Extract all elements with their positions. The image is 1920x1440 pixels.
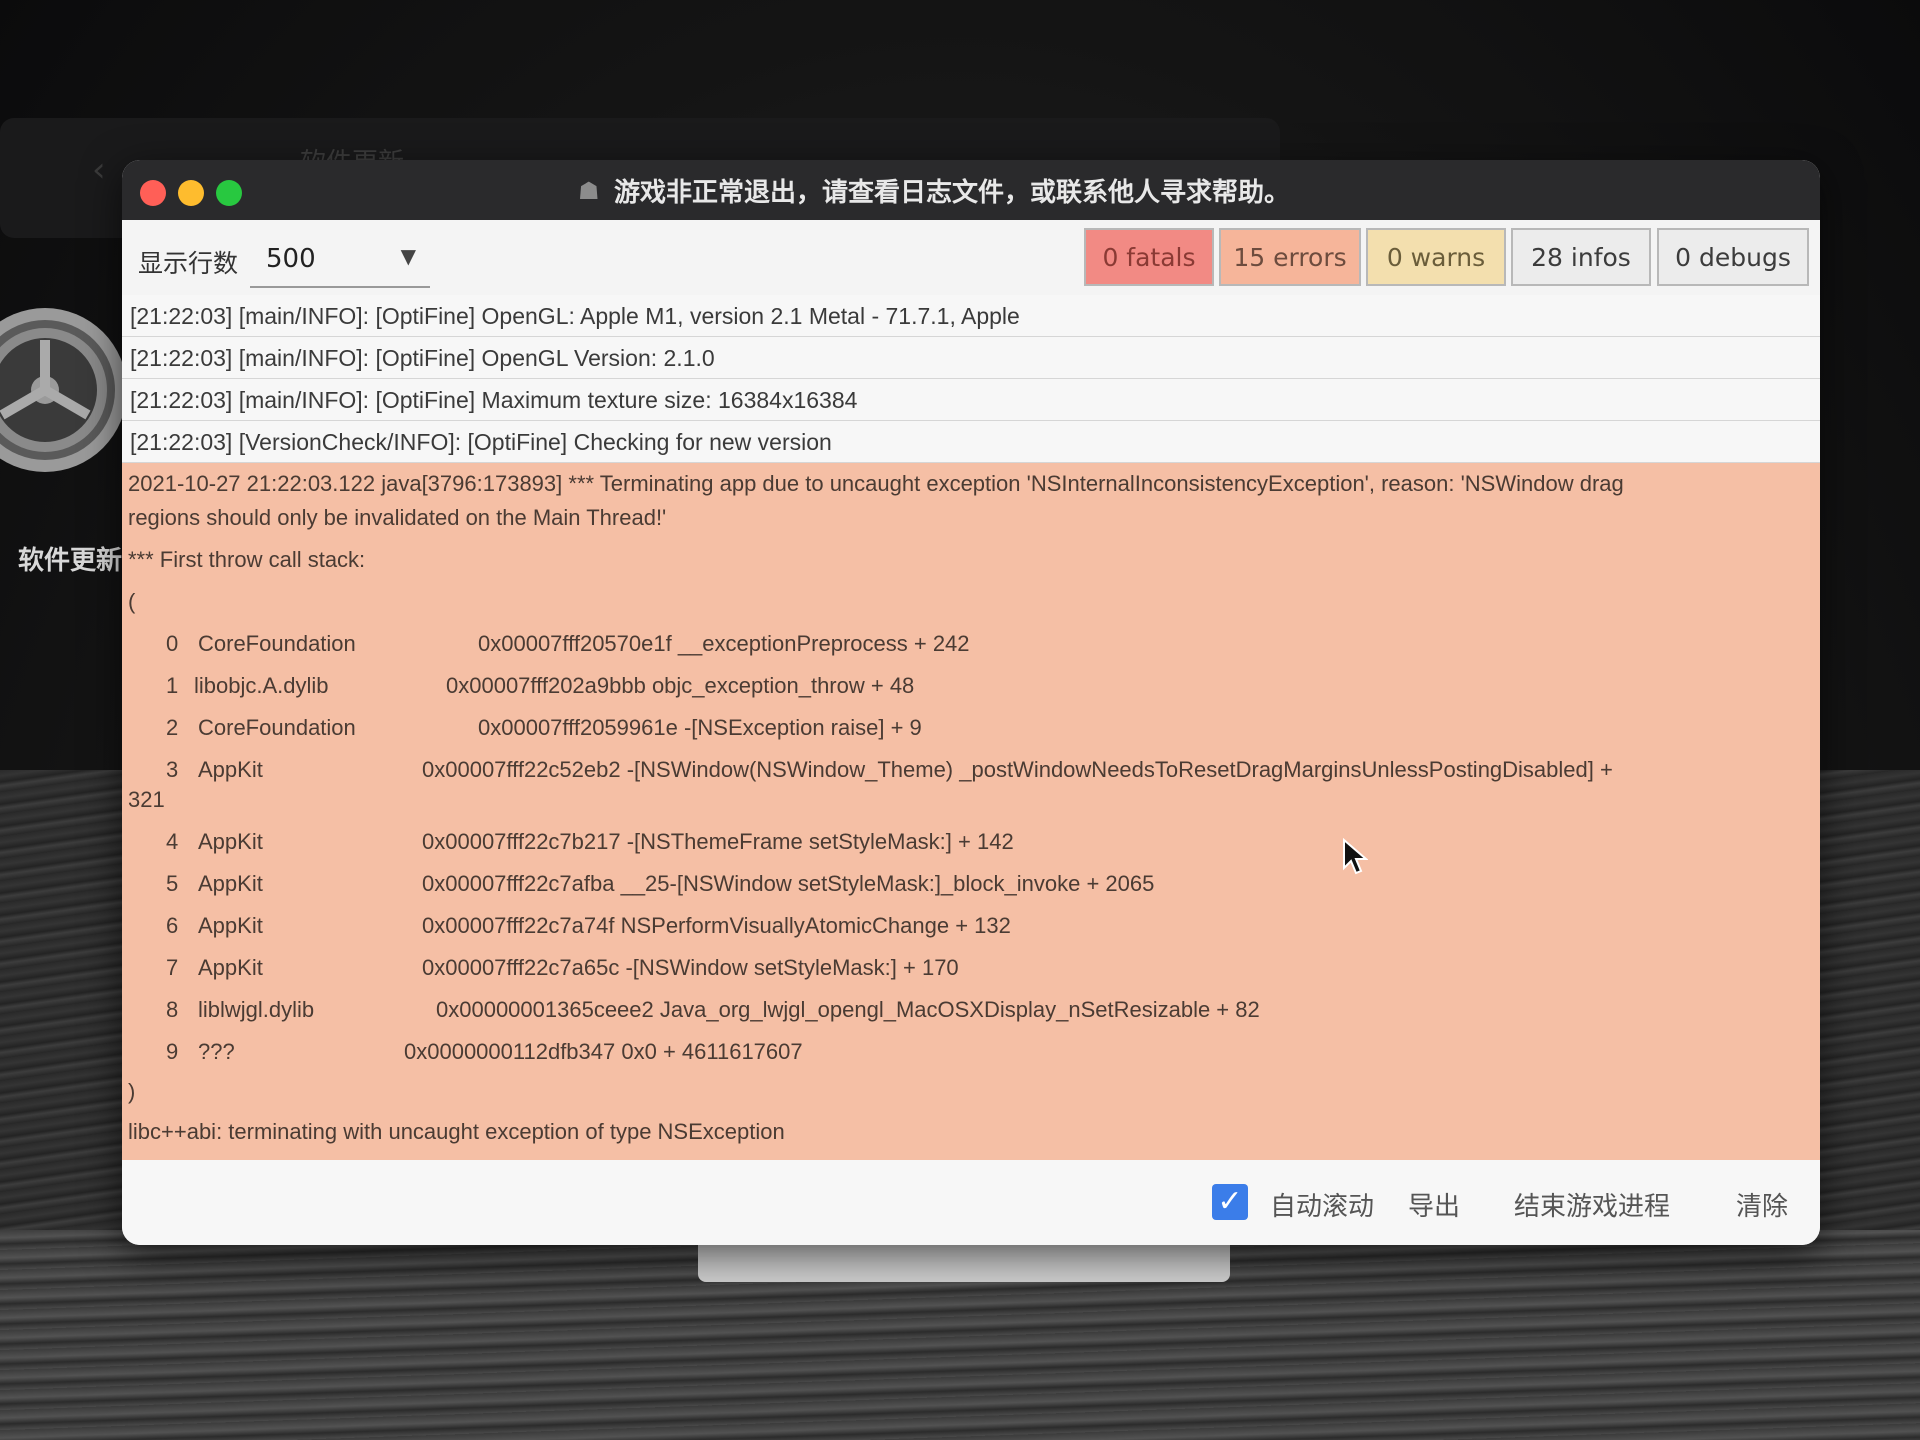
stack-open-paren: ( <box>128 589 136 614</box>
stack-frame-index: 4 <box>166 829 179 854</box>
clear-log-button[interactable]: 清除 <box>1736 1186 1788 1223</box>
stack-frame-index: 5 <box>166 871 179 896</box>
stack-frame-library: AppKit <box>198 955 263 980</box>
stack-frame-address: 0x00007fff22c52eb2 -[NSWindow(NSWindow_T… <box>422 757 1613 782</box>
stack-frame-index: 1 <box>166 673 179 698</box>
back-chevron-icon: ‹ <box>92 150 106 190</box>
rows-count-value: 500 <box>266 244 316 274</box>
stack-frame-library: CoreFoundation <box>198 715 356 740</box>
error-message-line: regions should only be invalidated on th… <box>128 505 667 530</box>
error-final-line: libc++abi: terminating with uncaught exc… <box>128 1119 785 1144</box>
stack-frame-library: CoreFoundation <box>198 631 356 656</box>
log-row-error: 2021-10-27 21:22:03.122 java[3796:173893… <box>122 463 1820 1160</box>
stack-frame-index: 2 <box>166 715 179 740</box>
desktop-icon-label: 软件更新 <box>18 546 123 576</box>
log-toolbar: 显示行数 500 ▼ 0 fatals 15 errors 0 warns 28… <box>122 220 1820 295</box>
stack-frame-address: 0x00007fff202a9bbb objc_exception_throw … <box>446 673 915 698</box>
stack-frame-library: libobjc.A.dylib <box>194 673 329 698</box>
stack-frame-index: 9 <box>166 1039 179 1064</box>
stack-frame-index: 8 <box>166 997 179 1022</box>
stack-frame-address: 0x0000000112dfb347 0x0 + 4611617607 <box>404 1039 803 1064</box>
filter-infos-button[interactable]: 28 infos <box>1511 228 1651 286</box>
stack-frame-address: 0x00007fff20570e1f __exceptionPreprocess… <box>478 631 970 656</box>
filter-errors-button[interactable]: 15 errors <box>1219 228 1361 286</box>
log-row-info: [21:22:03] [main/INFO]: [OptiFine] OpenG… <box>122 295 1820 337</box>
window-title: 游戏非正常退出，请查看日志文件，或联系他人寻求帮助。 <box>614 178 1291 208</box>
log-list[interactable]: [21:22:03] [main/INFO]: [OptiFine] OpenG… <box>122 295 1820 1160</box>
system-settings-gear-icon[interactable] <box>0 280 130 500</box>
rows-count-select[interactable]: 500 ▼ <box>250 234 430 288</box>
crash-log-window: ☗ 游戏非正常退出，请查看日志文件，或联系他人寻求帮助。 显示行数 500 ▼ … <box>122 160 1820 1245</box>
maximize-window-button[interactable] <box>216 180 242 206</box>
filter-debugs-button[interactable]: 0 debugs <box>1657 228 1809 286</box>
stack-frame-index: 0 <box>166 631 179 656</box>
stack-frame-address: 0x00007fff22c7b217 -[NSThemeFrame setSty… <box>422 829 1014 854</box>
stack-frame-library: liblwjgl.dylib <box>198 997 315 1022</box>
autoscroll-checkbox[interactable]: ✓ <box>1212 1184 1248 1220</box>
error-message-line: 2021-10-27 21:22:03.122 java[3796:173893… <box>128 471 1624 496</box>
stack-frame-address: 0x00007fff22c7a65c -[NSWindow setStyleMa… <box>422 955 959 980</box>
filter-warns-button[interactable]: 0 warns <box>1366 228 1506 286</box>
stack-frame-index: 6 <box>166 913 179 938</box>
stack-frame-index: 3 <box>166 757 179 782</box>
stack-frame-library: AppKit <box>198 871 263 896</box>
chevron-down-icon: ▼ <box>400 244 416 268</box>
stack-frame-address: 0x00007fff2059961e -[NSException raise] … <box>478 715 922 740</box>
rows-label: 显示行数 <box>138 249 239 278</box>
kill-game-process-button[interactable]: 结束游戏进程 <box>1514 1186 1670 1223</box>
stack-frame-address: 0x00007fff22c7a74f NSPerformVisuallyAtom… <box>422 913 1011 938</box>
mouse-pointer-icon <box>1343 838 1368 875</box>
filter-fatals-button[interactable]: 0 fatals <box>1084 228 1214 286</box>
autoscroll-label[interactable]: 自动滚动 <box>1270 1186 1374 1223</box>
title-bar[interactable]: ☗ 游戏非正常退出，请查看日志文件，或联系他人寻求帮助。 <box>122 160 1820 220</box>
log-row-info: [21:22:03] [main/INFO]: [OptiFine] Maxim… <box>122 379 1820 421</box>
stack-frame-library: AppKit <box>198 829 263 854</box>
log-row-info: [21:22:03] [main/INFO]: [OptiFine] OpenG… <box>122 337 1820 379</box>
stack-frame-index: 7 <box>166 955 179 980</box>
stack-frame-library: AppKit <box>198 913 263 938</box>
close-window-button[interactable] <box>140 180 166 206</box>
photo-stage: ‹ 软件更新 软件更新 ☗ 游戏非正常退出，请查看日志文件，或联系他人寻求帮助。… <box>0 0 1920 1440</box>
error-message-line: *** First throw call stack: <box>128 547 366 572</box>
stack-frame-address: 0x00007fff22c7afba __25-[NSWindow setSty… <box>422 871 1155 896</box>
stack-frame-address: 0x00000001365ceee2 Java_org_lwjgl_opengl… <box>436 997 1260 1022</box>
bottom-action-bar: ✓ 自动滚动 导出 结束游戏进程 清除 <box>122 1160 1820 1245</box>
stack-frame-library: ??? <box>198 1039 235 1064</box>
app-icon: ☗ <box>578 177 600 205</box>
stack-frame-continuation: 321 <box>128 787 165 812</box>
log-row-info: [21:22:03] [VersionCheck/INFO]: [OptiFin… <box>122 421 1820 463</box>
stack-close-paren: ) <box>128 1079 136 1104</box>
minimize-window-button[interactable] <box>178 180 204 206</box>
stack-frame-library: AppKit <box>198 757 263 782</box>
export-button[interactable]: 导出 <box>1408 1186 1460 1223</box>
